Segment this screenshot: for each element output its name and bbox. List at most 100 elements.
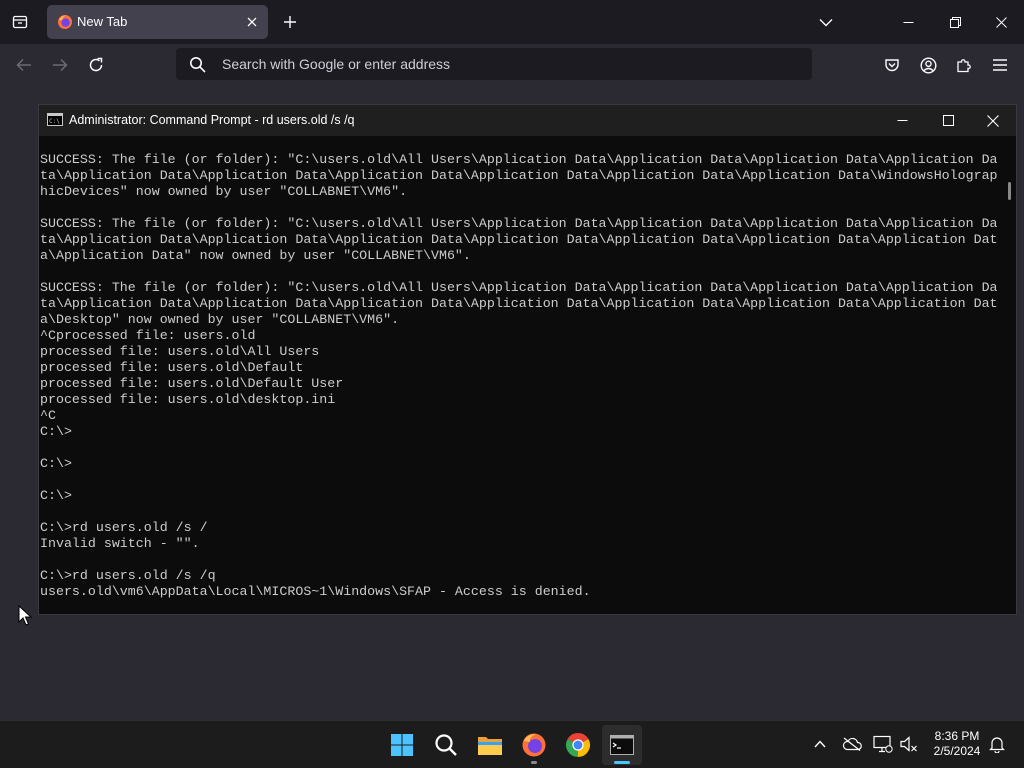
network-tray-button[interactable] — [872, 733, 894, 755]
account-button[interactable] — [914, 51, 942, 79]
taskbar: 8:36 PM 2/5/2024 — [0, 720, 1024, 768]
plus-icon — [284, 16, 296, 28]
cmd-maximize-button[interactable] — [925, 105, 971, 136]
console-line: ^C — [40, 408, 56, 423]
console-line: ^Cprocessed file: users.old — [40, 328, 256, 343]
cmd-title-bar[interactable]: C:\ Administrator: Command Prompt - rd u… — [39, 105, 1016, 136]
console-line: processed file: users.old\Default — [40, 360, 304, 375]
console-line: a\Application Data" now owned by user "C… — [40, 248, 471, 263]
app-menu-button[interactable] — [986, 51, 1014, 79]
extensions-button[interactable] — [950, 51, 978, 79]
console-line: C:\> — [40, 456, 72, 471]
minimize-icon — [903, 21, 913, 23]
tab-title: New Tab — [77, 14, 128, 29]
reload-icon — [89, 57, 103, 72]
new-tab-button[interactable] — [279, 11, 301, 33]
volume-tray-button[interactable] — [898, 733, 920, 755]
tab-new-tab[interactable]: New Tab — [47, 5, 268, 39]
console-line: SUCCESS: The file (or folder): "C:\users… — [40, 280, 998, 295]
close-icon — [247, 17, 257, 27]
clock-time: 8:36 PM — [934, 729, 980, 743]
search-icon — [190, 57, 206, 73]
puzzle-icon — [957, 59, 971, 73]
pocket-button[interactable] — [878, 51, 906, 79]
chevron-down-icon — [819, 18, 833, 26]
volume-muted-icon — [900, 736, 917, 752]
console-line: C:\> — [40, 424, 72, 439]
mouse-pointer-icon — [18, 605, 32, 626]
console-line: processed file: users.old\All Users — [40, 344, 320, 359]
taskbar-command-prompt[interactable] — [602, 725, 642, 765]
console-line: a\Desktop" now owned by user "COLLABNET\… — [40, 312, 400, 327]
cmd-minimize-button[interactable] — [879, 105, 925, 136]
tab-close-button[interactable] — [243, 13, 261, 31]
taskbar-firefox[interactable] — [514, 725, 554, 765]
chevron-up-icon — [814, 740, 826, 748]
taskbar-file-explorer[interactable] — [470, 725, 510, 765]
arrow-right-icon — [53, 58, 68, 72]
console-scrollbar[interactable] — [1004, 136, 1016, 614]
start-button[interactable] — [382, 725, 422, 765]
close-icon — [995, 16, 1007, 28]
running-indicator — [531, 761, 537, 764]
console-line: processed file: users.old\desktop.ini — [40, 392, 336, 407]
reload-button[interactable] — [82, 51, 110, 79]
address-input[interactable]: Search with Google or enter address — [222, 56, 450, 72]
browser-restore-button[interactable] — [940, 8, 970, 36]
restore-icon — [949, 16, 961, 28]
browser-toolbar: Search with Google or enter address — [0, 44, 1024, 86]
terminal-icon — [610, 735, 634, 755]
cmd-close-button[interactable] — [970, 105, 1016, 136]
folder-icon — [478, 737, 502, 755]
bell-icon — [989, 736, 1005, 753]
forward-button[interactable] — [46, 51, 74, 79]
show-hidden-icons-button[interactable] — [809, 733, 831, 755]
console-line: ta\Application Data\Application Data\App… — [40, 296, 998, 311]
console-line: ta\Application Data\Application Data\App… — [40, 232, 998, 247]
console-line: C:\>rd users.old /s /q — [40, 568, 216, 583]
arrow-left-icon — [16, 58, 31, 72]
scrollbar-thumb[interactable] — [1008, 182, 1011, 200]
clock-date: 2/5/2024 — [933, 744, 981, 758]
taskbar-clock[interactable]: 8:36 PM 2/5/2024 — [926, 729, 988, 759]
console-line: SUCCESS: The file (or folder): "C:\users… — [40, 152, 998, 167]
console-line: SUCCESS: The file (or folder): "C:\users… — [40, 216, 998, 231]
pocket-icon — [885, 59, 899, 72]
cmd-window-title: Administrator: Command Prompt - rd users… — [69, 113, 355, 127]
firefox-icon — [522, 733, 546, 757]
minimize-icon — [897, 120, 907, 121]
chrome-icon — [565, 732, 591, 757]
hamburger-menu-icon — [993, 59, 1007, 71]
close-icon — [987, 114, 999, 127]
list-all-tabs-button[interactable] — [815, 11, 837, 33]
taskbar-search-button[interactable] — [426, 725, 466, 765]
console-line: processed file: users.old\Default User — [40, 376, 344, 391]
account-icon — [919, 56, 937, 74]
console-line: C:\>rd users.old /s / — [40, 520, 208, 535]
svg-text:C:\: C:\ — [49, 118, 60, 125]
search-icon — [435, 734, 457, 756]
console-line: C:\> — [40, 488, 72, 503]
taskbar-chrome[interactable] — [558, 725, 598, 765]
notifications-button[interactable] — [986, 733, 1008, 755]
console-line: users.old\vm6\AppData\Local\MICROS~1\Win… — [40, 584, 591, 599]
browser-close-button[interactable] — [986, 8, 1016, 36]
address-bar[interactable]: Search with Google or enter address — [176, 48, 812, 80]
command-prompt-icon: C:\ — [47, 113, 63, 126]
console-line: Invalid switch - "". — [40, 536, 200, 551]
onedrive-tray-button[interactable] — [841, 733, 863, 755]
windows-logo-icon — [391, 734, 413, 756]
browser-minimize-button[interactable] — [893, 8, 923, 36]
firefox-view-icon — [12, 15, 28, 29]
console-output-area[interactable]: SUCCESS: The file (or folder): "C:\users… — [39, 136, 1004, 614]
firefox-view-button[interactable] — [6, 9, 34, 35]
cloud-offline-icon — [842, 737, 862, 751]
back-button[interactable] — [10, 51, 38, 79]
command-prompt-window: C:\ Administrator: Command Prompt - rd u… — [38, 104, 1017, 615]
